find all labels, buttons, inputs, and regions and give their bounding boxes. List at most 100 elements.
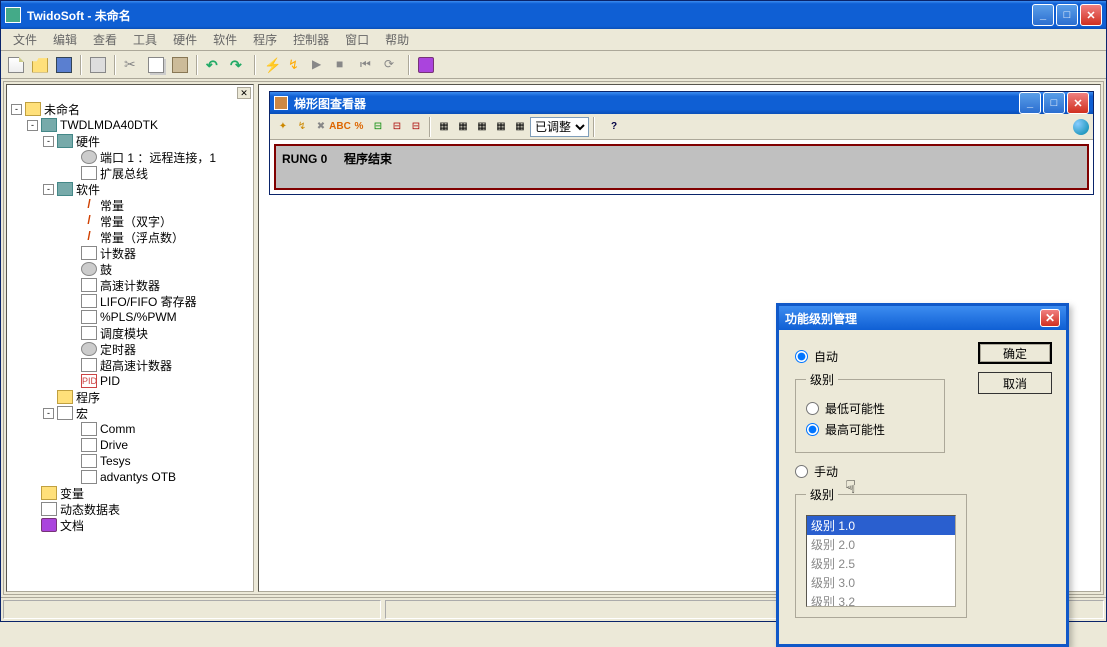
- radio-min-input[interactable]: [806, 402, 819, 415]
- menu-help[interactable]: 帮助: [377, 29, 417, 50]
- ladder-tool-icon[interactable]: ▦: [435, 118, 453, 136]
- expander-icon[interactable]: -: [11, 104, 22, 115]
- ladder-tool-icon[interactable]: ✦: [274, 118, 292, 136]
- inner-minimize-button[interactable]: _: [1019, 92, 1041, 114]
- ladder-zoom-select[interactable]: 已调整: [530, 117, 589, 137]
- list-item[interactable]: 级别 2.5: [807, 554, 955, 573]
- tree-macro-item[interactable]: Tesys: [11, 453, 249, 469]
- inner-maximize-button[interactable]: □: [1043, 92, 1065, 114]
- tree-macro-item[interactable]: advantys OTB: [11, 469, 249, 485]
- maximize-button[interactable]: □: [1056, 4, 1078, 26]
- pid-icon: PID: [81, 374, 97, 388]
- expander-icon[interactable]: -: [43, 184, 54, 195]
- menu-software[interactable]: 软件: [205, 29, 245, 50]
- save-icon[interactable]: [53, 54, 75, 76]
- tree-sw-item[interactable]: %PLS/%PWM: [11, 309, 249, 325]
- ok-button[interactable]: 确定: [978, 342, 1052, 364]
- redo-icon[interactable]: ↷: [227, 54, 249, 76]
- minimize-button[interactable]: _: [1032, 4, 1054, 26]
- stop-icon[interactable]: ■: [333, 54, 355, 76]
- rung-area[interactable]: RUNG 0 程序结束: [274, 144, 1089, 190]
- help-book-icon[interactable]: [415, 54, 437, 76]
- tree-hw-item[interactable]: 扩展总线: [11, 165, 249, 181]
- menu-window[interactable]: 窗口: [337, 29, 377, 50]
- tree-dyndata[interactable]: 动态数据表: [11, 501, 249, 517]
- close-button[interactable]: ✕: [1080, 4, 1102, 26]
- menu-hardware[interactable]: 硬件: [165, 29, 205, 50]
- tree-macro-item[interactable]: Comm: [11, 421, 249, 437]
- transfer-icon[interactable]: ↯: [285, 54, 307, 76]
- ladder-tool-icon[interactable]: ▦: [492, 118, 510, 136]
- copy-icon[interactable]: [145, 54, 167, 76]
- ladder-tool-icon[interactable]: ⊟: [388, 118, 406, 136]
- tree-software[interactable]: -软件: [11, 181, 249, 197]
- expander-icon[interactable]: -: [43, 408, 54, 419]
- ladder-tool-icon[interactable]: ▦: [473, 118, 491, 136]
- run-icon[interactable]: ▶: [309, 54, 331, 76]
- ladder-tool-icon[interactable]: ↯: [293, 118, 311, 136]
- tree-sw-item[interactable]: 调度模块: [11, 325, 249, 341]
- ladder-title: 梯形图查看器: [294, 95, 1019, 112]
- menu-tools[interactable]: 工具: [125, 29, 165, 50]
- cancel-button[interactable]: 取消: [978, 372, 1052, 394]
- group-label: 级别: [806, 371, 838, 388]
- ladder-tool-icon[interactable]: ▦: [511, 118, 529, 136]
- open-icon[interactable]: [29, 54, 51, 76]
- undo-icon[interactable]: ↶: [203, 54, 225, 76]
- tree-program[interactable]: 程序: [11, 389, 249, 405]
- radio-max-input[interactable]: [806, 423, 819, 436]
- radio-manual[interactable]: 手动: [795, 463, 1054, 480]
- tree-sw-item[interactable]: 鼓: [11, 261, 249, 277]
- tree-sw-item[interactable]: /常量（浮点数）: [11, 229, 249, 245]
- menu-controller[interactable]: 控制器: [285, 29, 337, 50]
- tree-sw-item[interactable]: 超高速计数器: [11, 357, 249, 373]
- ladder-tool-icon[interactable]: ABC: [331, 118, 349, 136]
- menu-file[interactable]: 文件: [5, 29, 45, 50]
- ladder-tool-icon[interactable]: ▦: [454, 118, 472, 136]
- ladder-tool-icon[interactable]: ✖: [312, 118, 330, 136]
- level-listbox[interactable]: 级别 1.0 级别 2.0 级别 2.5 级别 3.0 级别 3.2 级别 3.…: [806, 515, 956, 607]
- menu-edit[interactable]: 编辑: [45, 29, 85, 50]
- ladder-tool-icon[interactable]: ⊟: [369, 118, 387, 136]
- tree-sw-item[interactable]: 高速计数器: [11, 277, 249, 293]
- rewind-icon[interactable]: ⏮: [357, 54, 379, 76]
- expander-icon[interactable]: -: [27, 120, 38, 131]
- tree-device[interactable]: -TWDLMDA40DTK: [11, 117, 249, 133]
- print-icon[interactable]: [87, 54, 109, 76]
- list-item[interactable]: 级别 1.0: [807, 516, 955, 535]
- paste-icon[interactable]: [169, 54, 191, 76]
- tree-vars[interactable]: 变量: [11, 485, 249, 501]
- menu-program[interactable]: 程序: [245, 29, 285, 50]
- expander-icon[interactable]: -: [43, 136, 54, 147]
- radio-auto-input[interactable]: [795, 350, 808, 363]
- panel-close-icon[interactable]: ✕: [237, 87, 251, 99]
- tree-sw-item[interactable]: 计数器: [11, 245, 249, 261]
- list-item[interactable]: 级别 3.2: [807, 592, 955, 607]
- tree-macro-item[interactable]: Drive: [11, 437, 249, 453]
- new-icon[interactable]: [5, 54, 27, 76]
- radio-max[interactable]: 最高可能性: [806, 421, 934, 438]
- tree-root[interactable]: -未命名: [11, 101, 249, 117]
- tree-sw-item[interactable]: /常量: [11, 197, 249, 213]
- inner-close-button[interactable]: ✕: [1067, 92, 1089, 114]
- cut-icon[interactable]: ✂: [121, 54, 143, 76]
- menu-view[interactable]: 查看: [85, 29, 125, 50]
- tree-sw-item[interactable]: 定时器: [11, 341, 249, 357]
- tree-sw-item[interactable]: PIDPID: [11, 373, 249, 389]
- ladder-tool-icon[interactable]: %: [350, 118, 368, 136]
- radio-manual-input[interactable]: [795, 465, 808, 478]
- tree-hardware[interactable]: -硬件: [11, 133, 249, 149]
- tree-hw-item[interactable]: 端口 1 ：远程连接，1: [11, 149, 249, 165]
- connect-icon[interactable]: ⚡: [261, 54, 283, 76]
- tree-macro[interactable]: -宏: [11, 405, 249, 421]
- list-item[interactable]: 级别 2.0: [807, 535, 955, 554]
- radio-min[interactable]: 最低可能性: [806, 400, 934, 417]
- ladder-help-icon[interactable]: ?: [605, 118, 623, 136]
- cycle-icon[interactable]: ⟳: [381, 54, 403, 76]
- tree-sw-item[interactable]: LIFO/FIFO 寄存器: [11, 293, 249, 309]
- tree-sw-item[interactable]: /常量（双字）: [11, 213, 249, 229]
- ladder-tool-icon[interactable]: ⊟: [407, 118, 425, 136]
- list-item[interactable]: 级别 3.0: [807, 573, 955, 592]
- dialog-close-button[interactable]: ✕: [1040, 309, 1060, 327]
- tree-docs[interactable]: 文档: [11, 517, 249, 533]
